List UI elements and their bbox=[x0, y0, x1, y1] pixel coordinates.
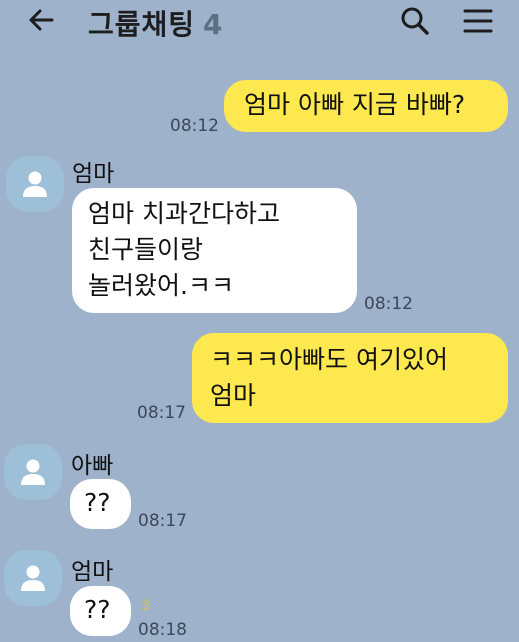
sender-name: 엄마 bbox=[71, 559, 114, 585]
chat-title-text: 그룹채팅 bbox=[88, 8, 196, 41]
message-line: 엄마 bbox=[210, 381, 257, 410]
message-line: 엄마 치과간다하고 bbox=[88, 199, 280, 228]
message-text: 엄마 아빠 지금 바빠? bbox=[244, 90, 466, 119]
message-line: 친구들이랑 bbox=[88, 235, 204, 264]
sender-name: 엄마 bbox=[72, 161, 115, 187]
message-time: 08:12 bbox=[364, 294, 413, 314]
avatar[interactable] bbox=[4, 550, 62, 606]
message-time: 08:18 bbox=[138, 620, 187, 640]
avatar[interactable] bbox=[6, 156, 64, 212]
message-line: 놀러왔어.ㅋㅋ bbox=[88, 271, 234, 300]
their-message-bubble[interactable]: ?? bbox=[70, 586, 131, 636]
my-message-bubble[interactable]: 엄마 아빠 지금 바빠? bbox=[224, 80, 508, 132]
user-silhouette-icon bbox=[21, 459, 45, 485]
message-time: 08:17 bbox=[137, 403, 186, 423]
member-count: 4 bbox=[203, 8, 224, 41]
back-arrow-icon[interactable] bbox=[28, 8, 54, 32]
message-text: ?? bbox=[84, 488, 111, 517]
chat-title: 그룹채팅 4 bbox=[88, 3, 224, 43]
user-silhouette-icon bbox=[23, 171, 47, 197]
my-message-bubble[interactable]: ㅋㅋㅋ아빠도 여기있어 엄마 bbox=[192, 333, 508, 423]
user-silhouette-icon bbox=[21, 565, 45, 591]
chat-header: 그룹채팅 4 bbox=[0, 0, 519, 44]
sender-name: 아빠 bbox=[71, 453, 114, 479]
message-time: 08:17 bbox=[138, 511, 187, 531]
search-icon[interactable] bbox=[400, 6, 430, 36]
their-message-bubble[interactable]: 엄마 치과간다하고 친구들이랑 놀러왔어.ㅋㅋ bbox=[72, 188, 357, 313]
menu-icon[interactable] bbox=[463, 8, 493, 34]
message-line: ㅋㅋㅋ아빠도 여기있어 bbox=[210, 345, 448, 374]
their-message-bubble[interactable]: ?? bbox=[70, 479, 131, 529]
message-text: ?? bbox=[84, 595, 111, 624]
message-time: 08:12 bbox=[170, 116, 219, 136]
unread-count: 3 bbox=[141, 598, 150, 614]
avatar[interactable] bbox=[4, 444, 62, 500]
